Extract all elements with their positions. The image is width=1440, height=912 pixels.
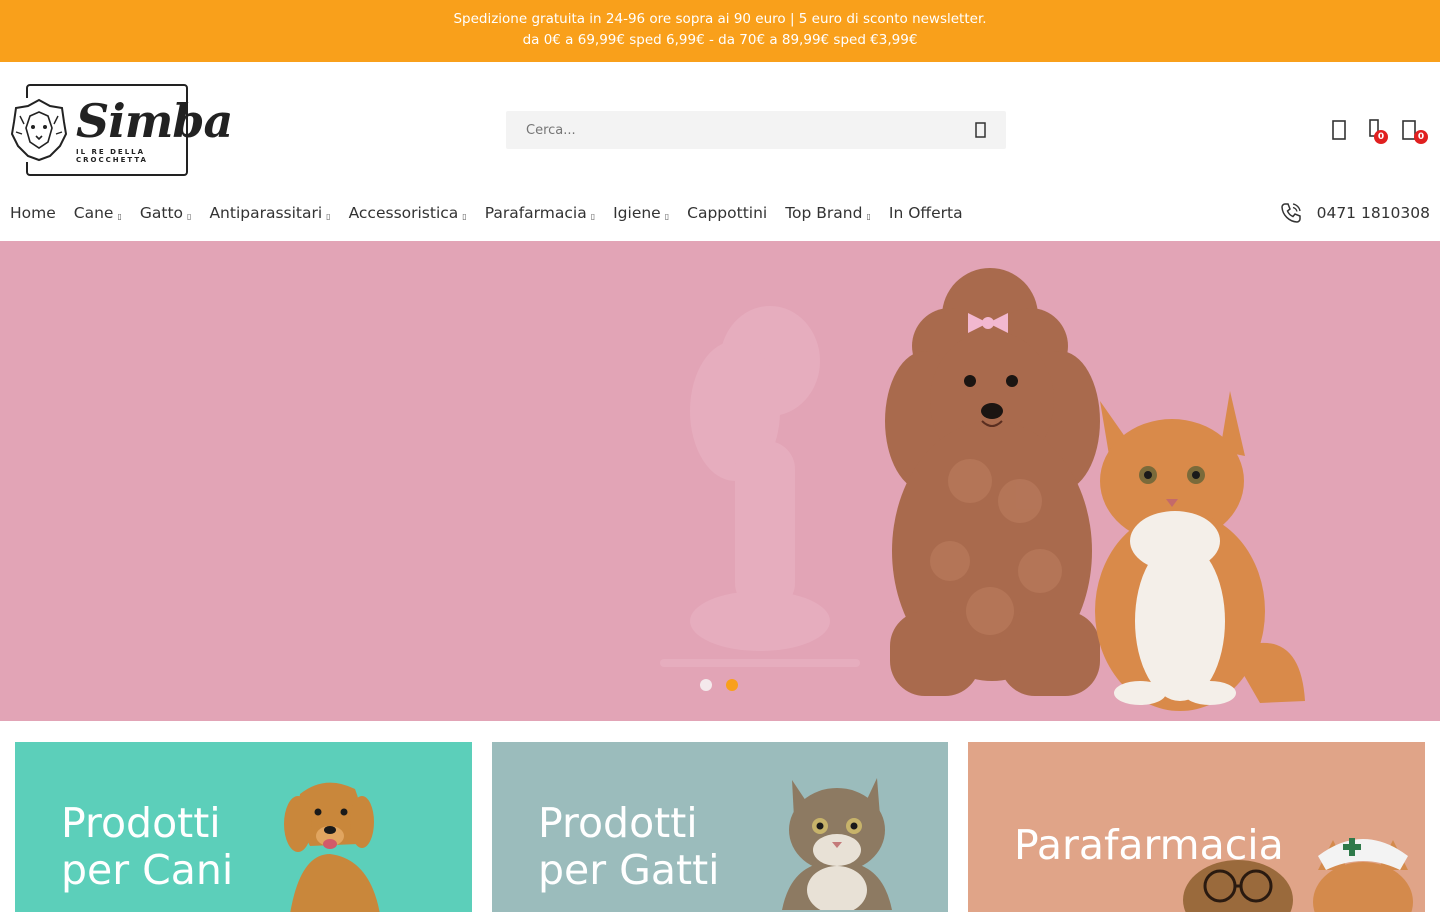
announcement-bar: Spedizione gratuita in 24-96 ore sopra a… bbox=[0, 0, 1440, 62]
nav-item-label: Igiene bbox=[613, 204, 661, 222]
nav-item-label: Cane bbox=[73, 204, 114, 222]
category-title-line-1: Prodotti bbox=[61, 799, 221, 847]
nav-item-gatto[interactable]: Gatto ▯ bbox=[140, 204, 192, 222]
chevron-down-icon: ▯ bbox=[590, 211, 596, 221]
chevron-down-icon: ▯ bbox=[664, 211, 670, 221]
nav-item-label: Parafarmacia bbox=[484, 204, 587, 222]
header-icons: 0 0 bbox=[1330, 118, 1440, 144]
nav-item-top-brand[interactable]: Top Brand ▯ bbox=[785, 204, 871, 222]
chevron-down-icon: ▯ bbox=[866, 211, 871, 221]
nav-item-accessoristica[interactable]: Accessoristica ▯ bbox=[349, 204, 467, 222]
cart-button[interactable]: 0 bbox=[1400, 118, 1440, 144]
slide-dot-1[interactable] bbox=[700, 679, 712, 691]
site-header: Simba IL RE DELLA CROCCHETTA 0 0 Home Ca… bbox=[0, 62, 1440, 242]
nav-item-antiparassitari[interactable]: Antiparassitari ▯ bbox=[209, 204, 330, 222]
category-card-dogs[interactable]: Prodotti per Cani bbox=[15, 742, 472, 912]
nav-item-label: Home bbox=[10, 204, 56, 222]
nav-item-label: Top Brand bbox=[785, 204, 863, 222]
category-title-line-1: Prodotti bbox=[538, 799, 698, 847]
category-title-line-2: per Gatti bbox=[538, 846, 720, 894]
category-title-line-2: per Cani bbox=[61, 846, 234, 894]
nav-item-label: Gatto bbox=[139, 204, 184, 222]
logo-tagline: IL RE DELLA CROCCHETTA bbox=[76, 148, 148, 164]
site-logo[interactable]: Simba IL RE DELLA CROCCHETTA bbox=[10, 84, 233, 176]
nav-item-igiene[interactable]: Igiene ▯ bbox=[613, 204, 669, 222]
shipping-info-line-1: Spedizione gratuita in 24-96 ore sopra a… bbox=[453, 11, 987, 27]
nav-item-home[interactable]: Home bbox=[10, 204, 56, 222]
search-input[interactable] bbox=[506, 111, 956, 149]
kitten-image bbox=[1095, 391, 1305, 711]
nav-item-label: In Offerta bbox=[888, 204, 963, 222]
main-nav: Home Cane ▯ Gatto ▯ Antiparassitari ▯ Acces… bbox=[10, 200, 981, 226]
dachshund-image bbox=[660, 306, 860, 667]
phone-contact[interactable]: 0471 1810308 bbox=[1279, 200, 1430, 226]
phone-number: 0471 1810308 bbox=[1316, 204, 1430, 222]
nav-item-label: Accessoristica bbox=[348, 204, 459, 222]
nav-item-parafarmacia[interactable]: Parafarmacia ▯ bbox=[485, 204, 595, 222]
logo-wordmark: Simba bbox=[76, 94, 233, 148]
category-card-parafarmacia[interactable]: Parafarmacia bbox=[968, 742, 1425, 912]
chevron-down-icon: ▯ bbox=[326, 211, 331, 221]
slide-dot-2-active[interactable] bbox=[726, 679, 738, 691]
account-icon[interactable] bbox=[1330, 118, 1348, 142]
slider-pagination bbox=[700, 679, 738, 691]
lion-icon bbox=[10, 98, 68, 162]
tabby-cat-image bbox=[782, 778, 892, 910]
phone-icon bbox=[1280, 203, 1301, 223]
nav-item-in-offerta[interactable]: In Offerta bbox=[889, 204, 963, 222]
compare-button[interactable]: 0 bbox=[1366, 118, 1390, 144]
chevron-down-icon: ▯ bbox=[187, 211, 192, 221]
nav-item-cappottini[interactable]: Cappottini bbox=[687, 204, 767, 222]
golden-retriever-image bbox=[284, 782, 380, 912]
nav-item-label: Antiparassitari bbox=[209, 204, 323, 222]
search-bar bbox=[506, 111, 1006, 149]
nav-item-label: Cappottini bbox=[687, 204, 768, 222]
hero-slider[interactable] bbox=[0, 241, 1440, 721]
search-icon[interactable] bbox=[970, 121, 992, 139]
compare-count-badge: 0 bbox=[1374, 130, 1388, 144]
cart-count-badge: 0 bbox=[1414, 130, 1428, 144]
shipping-info-line-2: da 0€ a 69,99€ sped 6,99€ - da 70€ a 89,… bbox=[522, 32, 918, 48]
nav-item-cane[interactable]: Cane ▯ bbox=[74, 204, 122, 222]
chevron-down-icon: ▯ bbox=[462, 211, 467, 221]
chevron-down-icon: ▯ bbox=[117, 211, 122, 221]
category-card-cats[interactable]: Prodotti per Gatti bbox=[492, 742, 948, 912]
